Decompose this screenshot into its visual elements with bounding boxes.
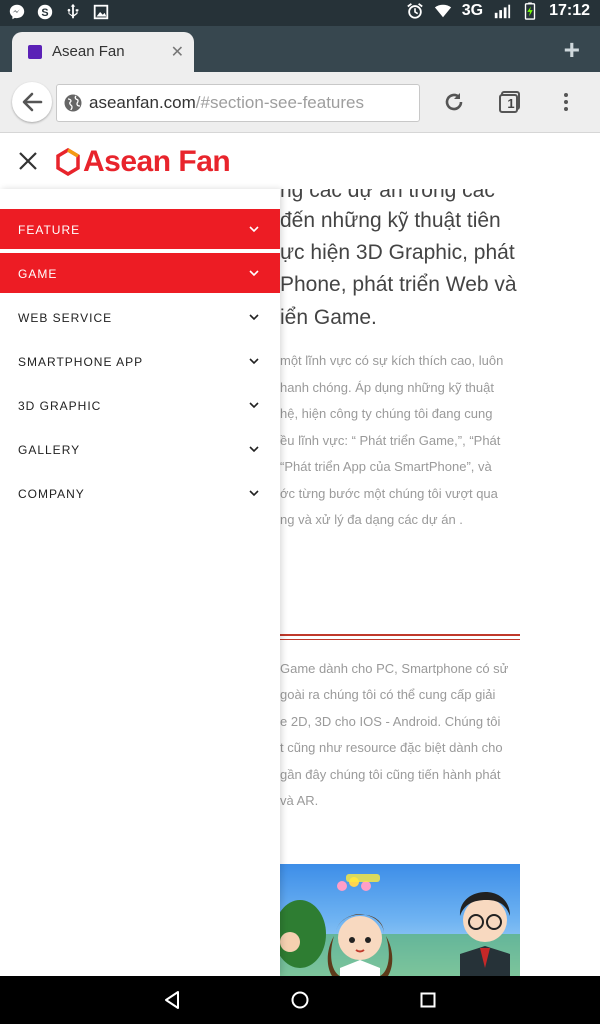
section-divider	[280, 634, 520, 636]
overflow-menu-icon[interactable]	[554, 90, 578, 114]
url-domain: aseanfan.com	[89, 93, 196, 112]
content-paragraph-line: t cũng như resource đặc biệt dành cho	[280, 740, 503, 755]
browser-tab-strip: Asean Fan ✕ +	[0, 26, 600, 72]
menu-item-label: SMARTPHONE APP	[18, 355, 144, 369]
image-icon	[93, 4, 109, 20]
menu-item-company[interactable]: COMPANY	[0, 473, 280, 513]
site-logo[interactable]: Asean Fan	[56, 145, 231, 179]
browser-toolbar: aseanfan.com/#section-see-features 1	[0, 72, 600, 133]
content-paragraph-line: Game dành cho PC, Smartphone có sử	[280, 661, 509, 676]
recents-square-icon[interactable]	[418, 990, 438, 1010]
content-paragraph-line: ng và xử lý đa dạng các dự án .	[280, 512, 463, 527]
page-content: ng các dự án trong các đến những kỹ thuậ…	[280, 189, 600, 976]
svg-text:S: S	[41, 7, 48, 19]
content-heading-line: ng các dự án trong các	[280, 189, 495, 202]
status-bar: S 3G 17:12	[0, 0, 600, 26]
content-heading-line: iển Game.	[280, 306, 377, 329]
menu-item-gallery[interactable]: GALLERY	[0, 429, 280, 469]
menu-item-label: COMPANY	[18, 487, 85, 501]
browser-tab[interactable]: Asean Fan ✕	[12, 32, 194, 72]
tab-count: 1	[507, 96, 515, 111]
logo-hexagon-icon	[56, 148, 80, 176]
battery-icon	[524, 2, 536, 20]
chevron-down-icon	[249, 270, 259, 277]
address-bar[interactable]: aseanfan.com/#section-see-features	[56, 84, 420, 122]
back-button[interactable]	[12, 82, 52, 122]
chevron-down-icon	[249, 358, 259, 365]
logo-text: Asean Fan	[83, 145, 231, 178]
tab-switcher-button[interactable]: 1	[498, 90, 522, 114]
signal-icon	[494, 4, 511, 19]
chevron-down-icon	[249, 490, 259, 497]
content-paragraph-line: và AR.	[280, 793, 319, 808]
content-heading-line: đến những kỹ thuật tiên	[280, 209, 501, 232]
menu-item-label: GALLERY	[18, 443, 81, 457]
skype-icon: S	[37, 4, 53, 20]
menu-item-label: FEATURE	[18, 223, 81, 237]
menu-item-game[interactable]: GAME	[0, 253, 280, 293]
content-paragraph-line: hanh chóng. Áp dụng những kỹ thuật	[280, 380, 494, 395]
new-tab-button[interactable]: +	[564, 34, 580, 66]
usb-icon	[67, 3, 79, 19]
chevron-down-icon	[249, 446, 259, 453]
close-menu-icon[interactable]	[16, 149, 40, 173]
chevron-down-icon	[249, 402, 259, 409]
status-bar-system: 3G 17:12	[406, 2, 590, 20]
content-paragraph-line: “Phát triển App của SmartPhone”, và	[280, 459, 492, 474]
globe-icon	[64, 94, 82, 112]
wifi-icon	[434, 4, 451, 18]
content-paragraph-line: hệ, hiện công ty chúng tôi đang cung	[280, 406, 493, 421]
status-bar-notifications: S	[8, 3, 110, 21]
site-header: Asean Fan	[0, 133, 600, 190]
menu-item-label: GAME	[18, 267, 58, 281]
content-paragraph-line: goài ra chúng tôi có thể cung cấp giải	[280, 687, 496, 702]
tab-title: Asean Fan	[52, 43, 125, 60]
reload-icon[interactable]	[442, 90, 466, 114]
menu-item-3d-graphic[interactable]: 3D GRAPHIC	[0, 385, 280, 425]
favicon-icon	[28, 45, 42, 59]
section-divider	[280, 639, 520, 640]
system-navigation-bar	[0, 976, 600, 1024]
chevron-down-icon	[249, 226, 259, 233]
messenger-icon	[9, 4, 25, 20]
chevron-down-icon	[249, 314, 259, 321]
menu-item-label: WEB SERVICE	[18, 311, 113, 325]
alarm-icon	[406, 3, 423, 19]
menu-item-smartphone-app[interactable]: SMARTPHONE APP	[0, 341, 280, 381]
url-path: /#section-see-features	[195, 93, 364, 112]
side-navigation-menu: FEATURE GAME WEB SERVICE SMARTPHONE APP …	[0, 189, 280, 976]
url-text: aseanfan.com/#section-see-features	[89, 93, 364, 113]
menu-item-feature[interactable]: FEATURE	[0, 209, 280, 249]
home-circle-icon[interactable]	[290, 990, 310, 1010]
game-screenshot-image	[280, 864, 520, 976]
back-arrow-icon	[22, 92, 43, 112]
game-characters-illustration	[280, 874, 520, 976]
content-paragraph-line: một lĩnh vực có sự kích thích cao, luôn	[280, 353, 504, 368]
clock: 17:12	[549, 2, 590, 19]
content-paragraph-line: ều lĩnh vực: “ Phát triển Game,”, “Phát	[280, 433, 501, 448]
network-type: 3G	[461, 2, 484, 19]
content-heading-line: ực hiện 3D Graphic, phát	[280, 241, 515, 264]
content-heading-line: Phone, phát triển Web và	[280, 273, 517, 296]
menu-item-label: 3D GRAPHIC	[18, 399, 102, 413]
back-triangle-icon[interactable]	[162, 990, 182, 1010]
content-paragraph-line: ớc từng bước một chúng tôi vượt qua	[280, 486, 498, 501]
menu-item-web-service[interactable]: WEB SERVICE	[0, 297, 280, 337]
content-paragraph-line: gần đây chúng tôi cũng tiến hành phát	[280, 767, 501, 782]
content-paragraph-line: e 2D, 3D cho IOS - Android. Chúng tôi	[280, 714, 501, 729]
close-tab-icon[interactable]: ✕	[171, 42, 184, 62]
